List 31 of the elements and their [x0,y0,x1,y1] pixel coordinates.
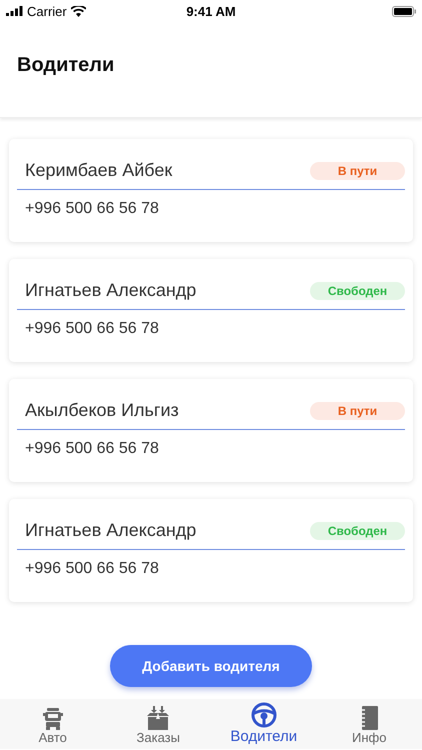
driver-phone: +996 500 66 56 78 [24,319,159,338]
driver-phone: +996 500 66 56 78 [24,199,159,218]
notebook-icon [360,706,378,730]
battery-icon [392,6,416,16]
status-badge: В пути [310,162,405,180]
driver-name: Игнатьев Александр [25,520,196,541]
driver-name: Акылбеков Ильгиз [25,400,179,421]
wifi-icon [70,6,86,16]
status-badge: В пути [310,402,405,420]
steering-wheel-icon [250,702,277,728]
driver-card[interactable]: Игнатьев Александр Свободен +996 500 66 56 78 [9,259,413,362]
box-icon [147,706,170,730]
tab-item[interactable]: Инфо [316,706,422,745]
status-badge: Свободен [310,522,405,540]
tab-item[interactable]: Авто [0,708,106,745]
status-badge: Свободен [310,282,405,300]
driver-name: Игнатьев Александр [25,280,196,301]
carrier-name: Carrier [27,4,67,18]
driver-card[interactable]: Акылбеков Ильгиз В пути +996 500 66 56 78 [9,379,413,482]
page-title: Водители [17,53,114,77]
tab-item[interactable]: Водители [211,702,316,745]
driver-phone: +996 500 66 56 78 [24,559,159,578]
clock-time: 9:41 AM [186,4,236,18]
driver-card[interactable]: Игнатьев Александр Свободен +996 500 66 56 78 [9,499,413,602]
signal-icon [6,6,23,16]
driver-name: Керимбаев Айбек [25,160,172,181]
add-driver-button[interactable]: Добавить водителя [110,645,312,687]
driver-phone: +996 500 66 56 78 [24,439,159,458]
truck-icon [42,708,63,730]
tab-item[interactable]: Заказы [106,706,211,745]
driver-card[interactable]: Керимбаев Айбек В пути +996 500 66 56 78 [9,139,413,242]
